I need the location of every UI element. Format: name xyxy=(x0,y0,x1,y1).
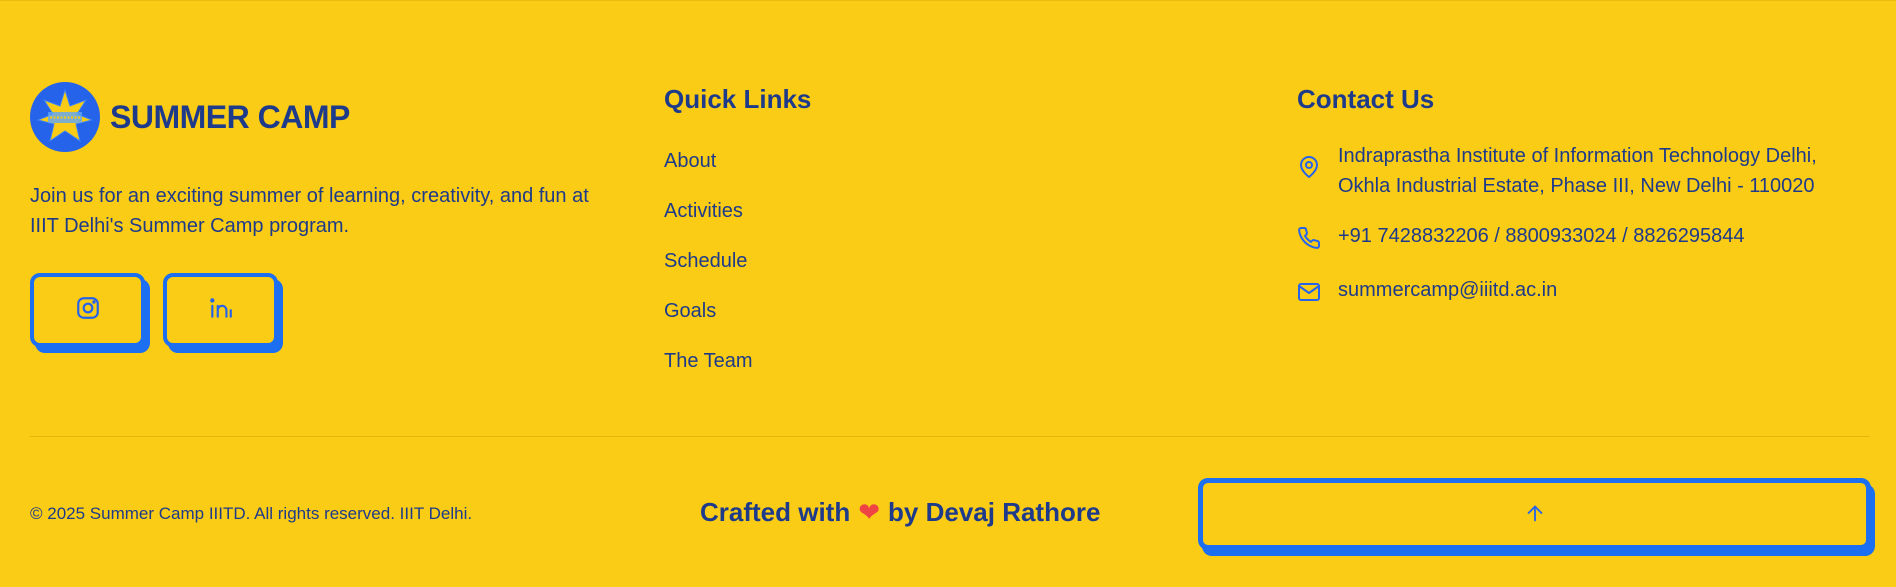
brand-name: SUMMER CAMP xyxy=(110,98,350,135)
quick-links-title: Quick Links xyxy=(664,84,812,114)
map-pin-icon xyxy=(1297,155,1323,184)
quick-links-column: Quick Links About Activities Schedule Go… xyxy=(664,81,1184,391)
link-schedule[interactable]: Schedule xyxy=(664,241,1184,291)
crafted-by: Crafted with ❤ by Devaj Rathore xyxy=(700,497,1100,528)
contact-title: Contact Us xyxy=(1297,84,1435,114)
link-about[interactable]: About xyxy=(664,141,1184,191)
social-links xyxy=(30,273,590,347)
mail-icon xyxy=(1297,280,1323,309)
contact-phone: +91 7428832206 / 8800933024 / 8826295844 xyxy=(1297,221,1877,255)
heart-icon: ❤ xyxy=(858,497,881,527)
address-line-2: Okhla Industrial Estate, Phase III, New … xyxy=(1338,175,1815,197)
linkedin-button[interactable] xyxy=(163,273,278,347)
arrow-up-icon xyxy=(1524,502,1546,527)
instagram-button[interactable] xyxy=(30,273,145,347)
back-to-top-button[interactable] xyxy=(1198,478,1871,550)
crafted-prefix: Crafted with xyxy=(700,497,851,527)
summer-camp-logo-icon[interactable] xyxy=(30,82,100,152)
crafted-author: by Devaj Rathore xyxy=(888,497,1101,527)
footer-divider xyxy=(30,436,1870,437)
link-goals[interactable]: Goals xyxy=(664,291,1184,341)
quick-links-list: About Activities Schedule Goals The Team xyxy=(664,141,1184,391)
brand-column: SUMMER CAMP Join us for an exciting summ… xyxy=(30,81,590,347)
link-the-team[interactable]: The Team xyxy=(664,341,1184,391)
address-line-1: Indraprastha Institute of Information Te… xyxy=(1338,145,1817,167)
contact-address: Indraprastha Institute of Information Te… xyxy=(1297,141,1877,201)
linkedin-icon xyxy=(208,295,234,326)
contact-list: Indraprastha Institute of Information Te… xyxy=(1297,141,1877,309)
address-text: Indraprastha Institute of Information Te… xyxy=(1338,141,1817,201)
copyright-text: © 2025 Summer Camp IIITD. All rights res… xyxy=(30,504,473,523)
site-footer: SUMMER CAMP Join us for an exciting summ… xyxy=(0,0,1896,587)
email-text[interactable]: summercamp@iiitd.ac.in xyxy=(1338,275,1557,305)
contact-email: summercamp@iiitd.ac.in xyxy=(1297,275,1877,309)
phone-text[interactable]: +91 7428832206 / 8800933024 / 8826295844 xyxy=(1338,221,1745,251)
phone-icon xyxy=(1297,226,1323,255)
contact-column: Contact Us Indraprastha Institute of Inf… xyxy=(1297,81,1877,329)
brand-row: SUMMER CAMP xyxy=(30,81,590,153)
instagram-icon xyxy=(75,295,101,326)
brand-description: Join us for an exciting summer of learni… xyxy=(30,185,589,237)
link-activities[interactable]: Activities xyxy=(664,191,1184,241)
